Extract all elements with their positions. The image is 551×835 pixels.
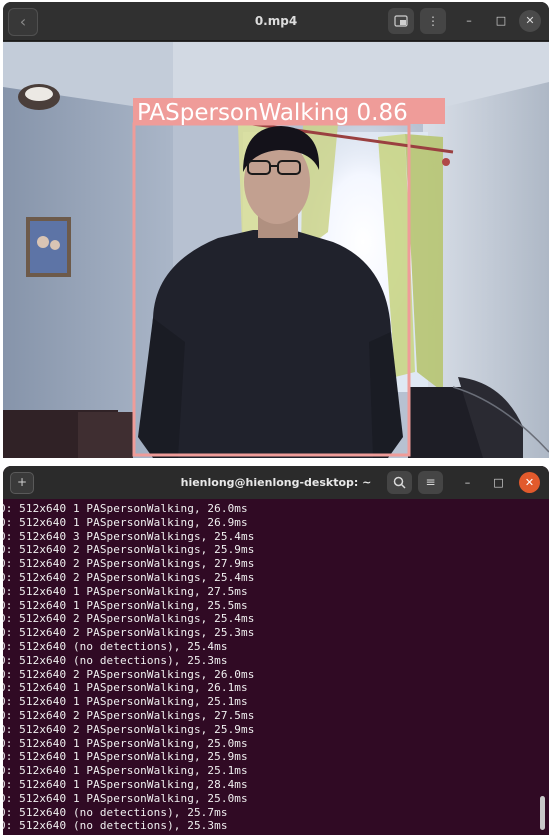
terminal-line: 0: 512x640 1 PASpersonWalking, 25.0ms xyxy=(3,791,248,805)
video-frame: PASpersonWalking 0.86 xyxy=(3,42,549,458)
terminal-window: + hienlong@hienlong-desktop: ~ ≡ – □ ✕ 0… xyxy=(3,466,549,835)
close-icon: ✕ xyxy=(524,476,535,489)
terminal-line: 0: 512x640 1 PASpersonWalking, 26.0ms xyxy=(3,502,248,515)
terminal-line: 0: 512x640 1 PASpersonWalking, 25.9ms xyxy=(3,750,248,764)
video-titlebar[interactable]: ‹ 0.mp4 ⋮ – □ ✕ xyxy=(3,2,549,41)
minimize-button[interactable]: – xyxy=(458,10,480,32)
terminal-output[interactable]: 0: 512x640 1 PASpersonWalking, 26.0ms 0: … xyxy=(3,499,549,835)
menu-button[interactable]: ⋮ xyxy=(420,8,446,34)
kebab-menu-icon: ⋮ xyxy=(427,14,439,28)
terminal-line: 0: 512x640 1 PASpersonWalking, 26.1ms xyxy=(3,681,248,695)
terminal-titlebar[interactable]: + hienlong@hienlong-desktop: ~ ≡ – □ ✕ xyxy=(3,466,549,499)
terminal-line: 0: 512x640 (no detections), 25.4ms xyxy=(3,639,228,653)
terminal-line: 0: 512x640 (no detections), 25.3ms xyxy=(3,653,228,667)
terminal-line: 0: 512x640 1 PASpersonWalking, 25.5ms xyxy=(3,598,248,612)
terminal-line: 0: 512x640 2 PASpersonWalkings, 27.9ms xyxy=(3,557,255,571)
terminal-log: 0: 512x640 1 PASpersonWalking, 26.0ms 0: … xyxy=(3,502,254,833)
minimize-icon: – xyxy=(466,14,472,27)
picture-in-picture-icon xyxy=(394,15,408,27)
terminal-maximize-button[interactable]: □ xyxy=(488,472,509,493)
hamburger-menu-icon: ≡ xyxy=(425,475,436,489)
close-icon: ✕ xyxy=(525,14,535,27)
terminal-line: 0: 512x640 (no detections), 25.3ms xyxy=(3,819,228,833)
terminal-line: 0: 512x640 1 PASpersonWalking, 28.4ms xyxy=(3,777,248,791)
terminal-line: 0: 512x640 (no detections), 25.7ms xyxy=(3,805,228,819)
minimize-icon: – xyxy=(464,476,471,489)
terminal-line: 0: 512x640 2 PASpersonWalkings, 25.4ms xyxy=(3,570,255,584)
terminal-line: 0: 512x640 2 PASpersonWalkings, 26.0ms xyxy=(3,667,255,681)
search-icon xyxy=(393,476,406,489)
picture-in-picture-button[interactable] xyxy=(388,8,414,34)
terminal-line: 0: 512x640 1 PASpersonWalking, 27.5ms xyxy=(3,584,248,598)
terminal-line: 0: 512x640 2 PASpersonWalkings, 25.3ms xyxy=(3,626,255,640)
maximize-button[interactable]: □ xyxy=(490,10,512,32)
scrollbar-thumb[interactable] xyxy=(540,796,545,830)
terminal-line: 0: 512x640 1 PASpersonWalking, 25.0ms xyxy=(3,736,248,750)
terminal-line: 0: 512x640 2 PASpersonWalkings, 25.9ms xyxy=(3,543,255,557)
hamburger-menu-button[interactable]: ≡ xyxy=(418,471,443,494)
terminal-line: 0: 512x640 3 PASpersonWalkings, 25.4ms xyxy=(3,529,255,543)
video-player-window: ‹ 0.mp4 ⋮ – □ ✕ PASpersonWalking 0.86 xyxy=(3,2,549,458)
search-button[interactable] xyxy=(387,471,412,494)
terminal-minimize-button[interactable]: – xyxy=(457,472,478,493)
terminal-line: 0: 512x640 1 PASpersonWalking, 26.9ms xyxy=(3,515,248,529)
terminal-line: 0: 512x640 1 PASpersonWalking, 25.1ms xyxy=(3,764,248,778)
terminal-line: 0: 512x640 2 PASpersonWalkings, 25.9ms xyxy=(3,722,255,736)
terminal-line: 0: 512x640 2 PASpersonWalkings, 27.5ms xyxy=(3,708,255,722)
maximize-icon: □ xyxy=(493,476,504,489)
detection-label: PASpersonWalking 0.86 xyxy=(137,100,408,126)
terminal-line: 0: 512x640 1 PASpersonWalking, 25.1ms xyxy=(3,695,248,709)
maximize-icon: □ xyxy=(495,14,507,27)
terminal-close-button[interactable]: ✕ xyxy=(519,472,540,493)
terminal-line: 0: 512x640 2 PASpersonWalkings, 25.4ms xyxy=(3,612,255,626)
close-button[interactable]: ✕ xyxy=(519,10,541,32)
